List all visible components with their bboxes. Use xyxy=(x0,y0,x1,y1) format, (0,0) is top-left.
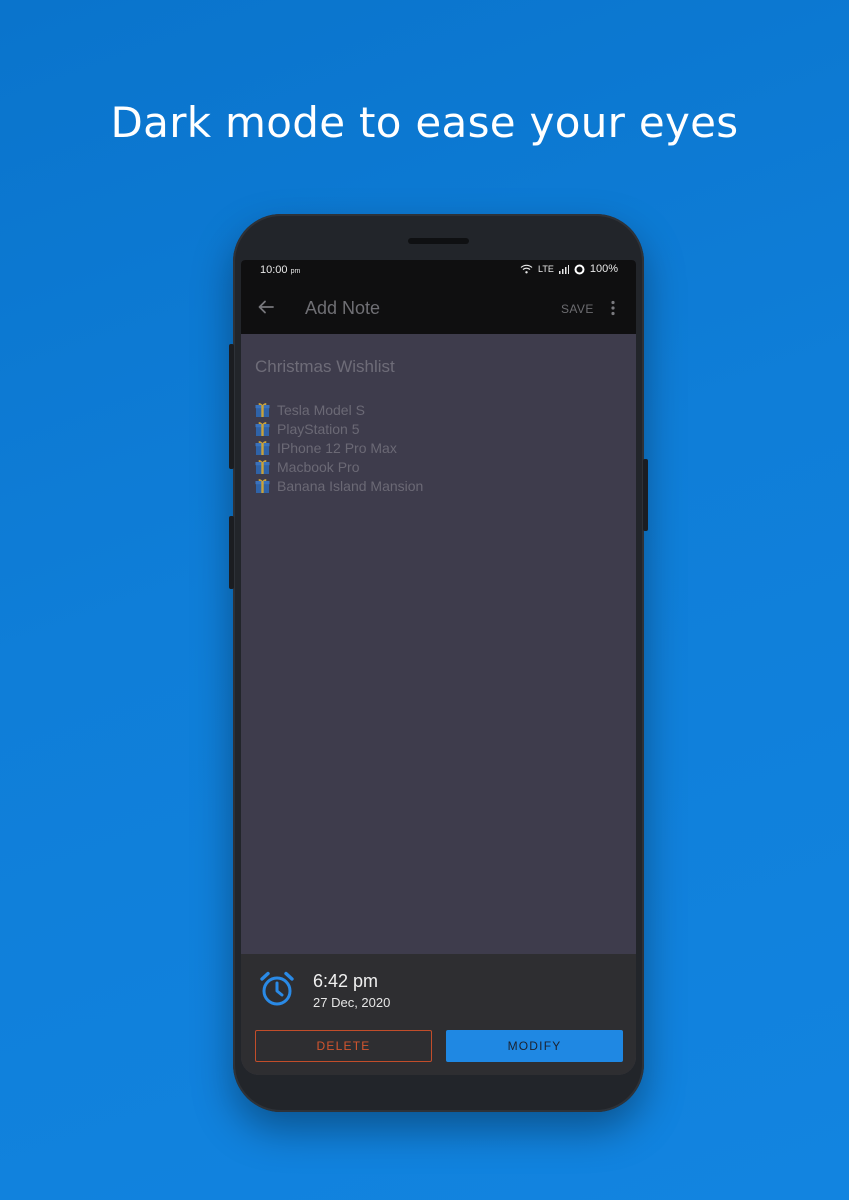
arrow-left-icon[interactable] xyxy=(255,296,277,318)
alarm-clock-icon[interactable] xyxy=(258,970,296,1008)
note-title[interactable]: Christmas Wishlist xyxy=(255,357,395,377)
reminder-date[interactable]: 27 Dec, 2020 xyxy=(313,995,390,1010)
list-item: Macbook Pro xyxy=(255,457,423,476)
gift-icon xyxy=(255,479,270,493)
list-item: Banana Island Mansion xyxy=(255,476,423,495)
reminder-panel: 6:42 pm 27 Dec, 2020 DELETE MODIFY xyxy=(241,954,636,1075)
gift-icon xyxy=(255,403,270,417)
app-toolbar: Add Note SAVE xyxy=(241,282,636,334)
battery-percent: 100% xyxy=(589,263,618,275)
signal-icon xyxy=(558,264,569,274)
list-item: Tesla Model S xyxy=(255,400,423,419)
modify-button[interactable]: MODIFY xyxy=(446,1030,623,1062)
battery-ring-icon xyxy=(574,264,585,274)
headline: Dark mode to ease your eyes xyxy=(110,98,739,147)
phone-speaker xyxy=(408,238,469,244)
bixby-button xyxy=(229,516,234,589)
list-item: IPhone 12 Pro Max xyxy=(255,438,423,457)
volume-button xyxy=(229,344,234,469)
more-vertical-icon[interactable] xyxy=(610,300,616,316)
toolbar-title: Add Note xyxy=(305,298,381,318)
phone-screen: 10:00 pm LTE 100% Add Note SAVE Christma… xyxy=(241,260,636,1075)
wifi-icon xyxy=(520,264,533,274)
delete-button[interactable]: DELETE xyxy=(255,1030,432,1062)
reminder-time[interactable]: 6:42 pm xyxy=(313,971,378,992)
gift-icon xyxy=(255,460,270,474)
save-button[interactable]: SAVE xyxy=(561,302,594,316)
network-type: LTE xyxy=(538,264,554,274)
status-bar: 10:00 pm LTE 100% xyxy=(241,260,636,282)
note-body[interactable]: Tesla Model S PlayStation 5 IPhone 12 Pr… xyxy=(255,400,423,495)
status-indicators: LTE 100% xyxy=(520,263,618,275)
list-item: PlayStation 5 xyxy=(255,419,423,438)
status-time: 10:00 pm xyxy=(260,264,301,276)
gift-icon xyxy=(255,422,270,436)
gift-icon xyxy=(255,441,270,455)
power-button xyxy=(643,459,648,531)
